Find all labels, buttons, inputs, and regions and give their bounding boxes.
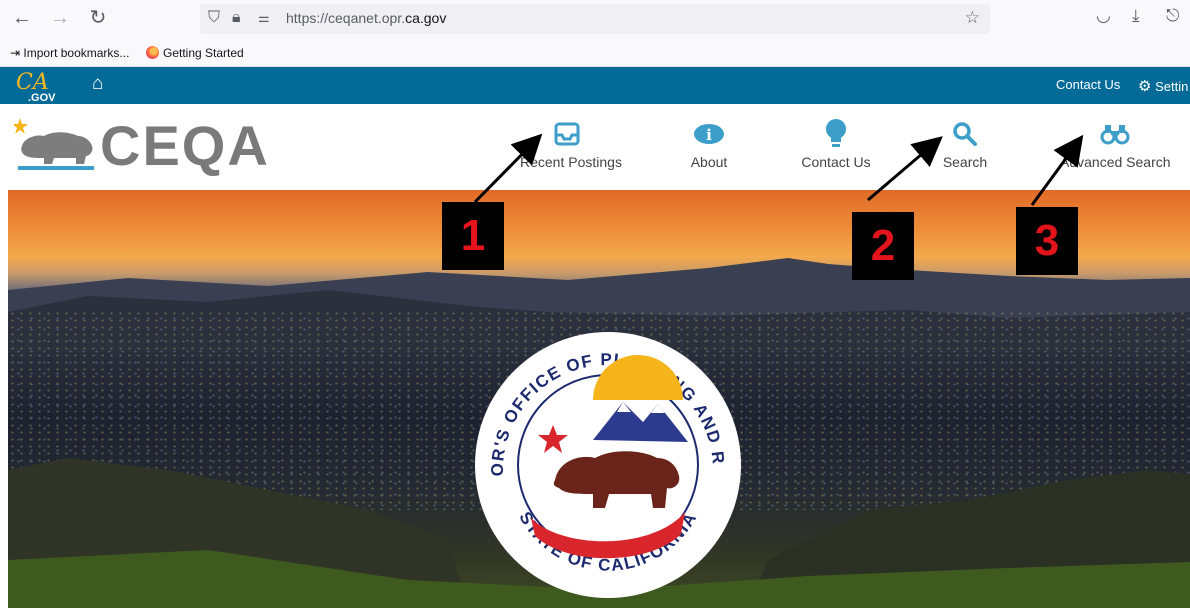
home-icon[interactable]: ⌂ <box>92 73 103 95</box>
nav-label: Recent Postings <box>520 154 622 170</box>
bookmark-label: Getting Started <box>163 46 244 60</box>
permissions-icon[interactable]: ⚌ <box>258 8 270 28</box>
ca-gov-bar: CA .GOV ⌂ Contact Us ⚙ Settin <box>0 67 1190 104</box>
callout-number: 2 <box>870 221 896 270</box>
nav-advanced-search[interactable]: Advanced Search <box>1060 114 1171 170</box>
gear-icon: ⚙ <box>1138 78 1152 95</box>
nav-label: About <box>690 154 728 170</box>
settings-label: Settin <box>1155 79 1189 94</box>
import-icon: ⇥ <box>10 46 24 60</box>
bookmark-star-icon[interactable]: ☆ <box>965 8 980 28</box>
info-icon: i <box>686 114 732 150</box>
nav-label: Search <box>942 154 988 170</box>
url-domain: ca.gov <box>405 10 447 26</box>
opr-seal: GOVERNOR'S OFFICE OF PLANNING AND RESEAR… <box>473 330 741 598</box>
site-title[interactable]: CEQA <box>100 116 270 176</box>
callout-number: 1 <box>460 211 486 260</box>
ceqa-bear-logo[interactable] <box>14 116 96 172</box>
back-button[interactable]: ← <box>8 4 36 32</box>
download-icon[interactable]: ⤓ <box>1132 6 1140 26</box>
bookmark-import[interactable]: ⇥ Import bookmarks... <box>10 46 129 60</box>
callout-number: 3 <box>1034 216 1060 265</box>
top-contact-us-link[interactable]: Contact Us <box>1056 77 1120 92</box>
hero-banner: GOVERNOR'S OFFICE OF PLANNING AND RESEAR… <box>8 190 1190 608</box>
annotation-callout-1: 1 <box>442 202 504 270</box>
nav-recent-postings[interactable]: Recent Postings <box>520 114 622 170</box>
lock-icon[interactable]: 🔒︎ <box>232 8 241 28</box>
settings-link[interactable]: ⚙ Settin <box>1138 77 1188 95</box>
bookmark-getting-started[interactable]: Getting Started <box>146 46 244 60</box>
site-header: CEQA Recent Postings i About Contact Us … <box>0 104 1190 190</box>
reload-button[interactable]: ↻ <box>84 4 112 32</box>
ca-gov-logo[interactable]: CA .GOV <box>16 70 56 104</box>
share-icon[interactable]: ⎋ <box>1166 6 1179 26</box>
lightbulb-icon <box>800 114 872 150</box>
annotation-callout-3: 3 <box>1016 207 1078 275</box>
nav-search[interactable]: Search <box>940 114 990 170</box>
inbox-tray-icon <box>520 114 614 150</box>
shield-icon[interactable]: ⛉ <box>208 8 220 28</box>
search-icon <box>940 114 990 150</box>
bookmark-label: Import bookmarks... <box>23 46 130 60</box>
svg-text:i: i <box>706 126 712 144</box>
pocket-icon[interactable]: ◡ <box>1096 6 1111 26</box>
forward-button[interactable]: → <box>46 4 74 32</box>
browser-toolbar: ← → ↻ ⛉ 🔒︎ ⚌ https://ceqanet.opr.ca.gov … <box>0 0 1190 40</box>
nav-contact-us[interactable]: Contact Us <box>800 114 872 170</box>
url-prefix: https://ceqanet.opr. <box>286 10 406 26</box>
annotation-callout-2: 2 <box>852 212 914 280</box>
nav-label: Contact Us <box>801 154 871 170</box>
bookmarks-bar: ⇥ Import bookmarks... Getting Started <box>0 40 1190 67</box>
nav-label: Advanced Search <box>1060 154 1171 170</box>
url-text[interactable]: https://ceqanet.opr.ca.gov <box>286 10 446 26</box>
firefox-icon <box>146 46 159 59</box>
binoculars-icon <box>1060 114 1170 150</box>
address-bar[interactable]: ⛉ 🔒︎ ⚌ https://ceqanet.opr.ca.gov ☆ <box>200 4 990 34</box>
nav-about[interactable]: i About <box>686 114 732 170</box>
